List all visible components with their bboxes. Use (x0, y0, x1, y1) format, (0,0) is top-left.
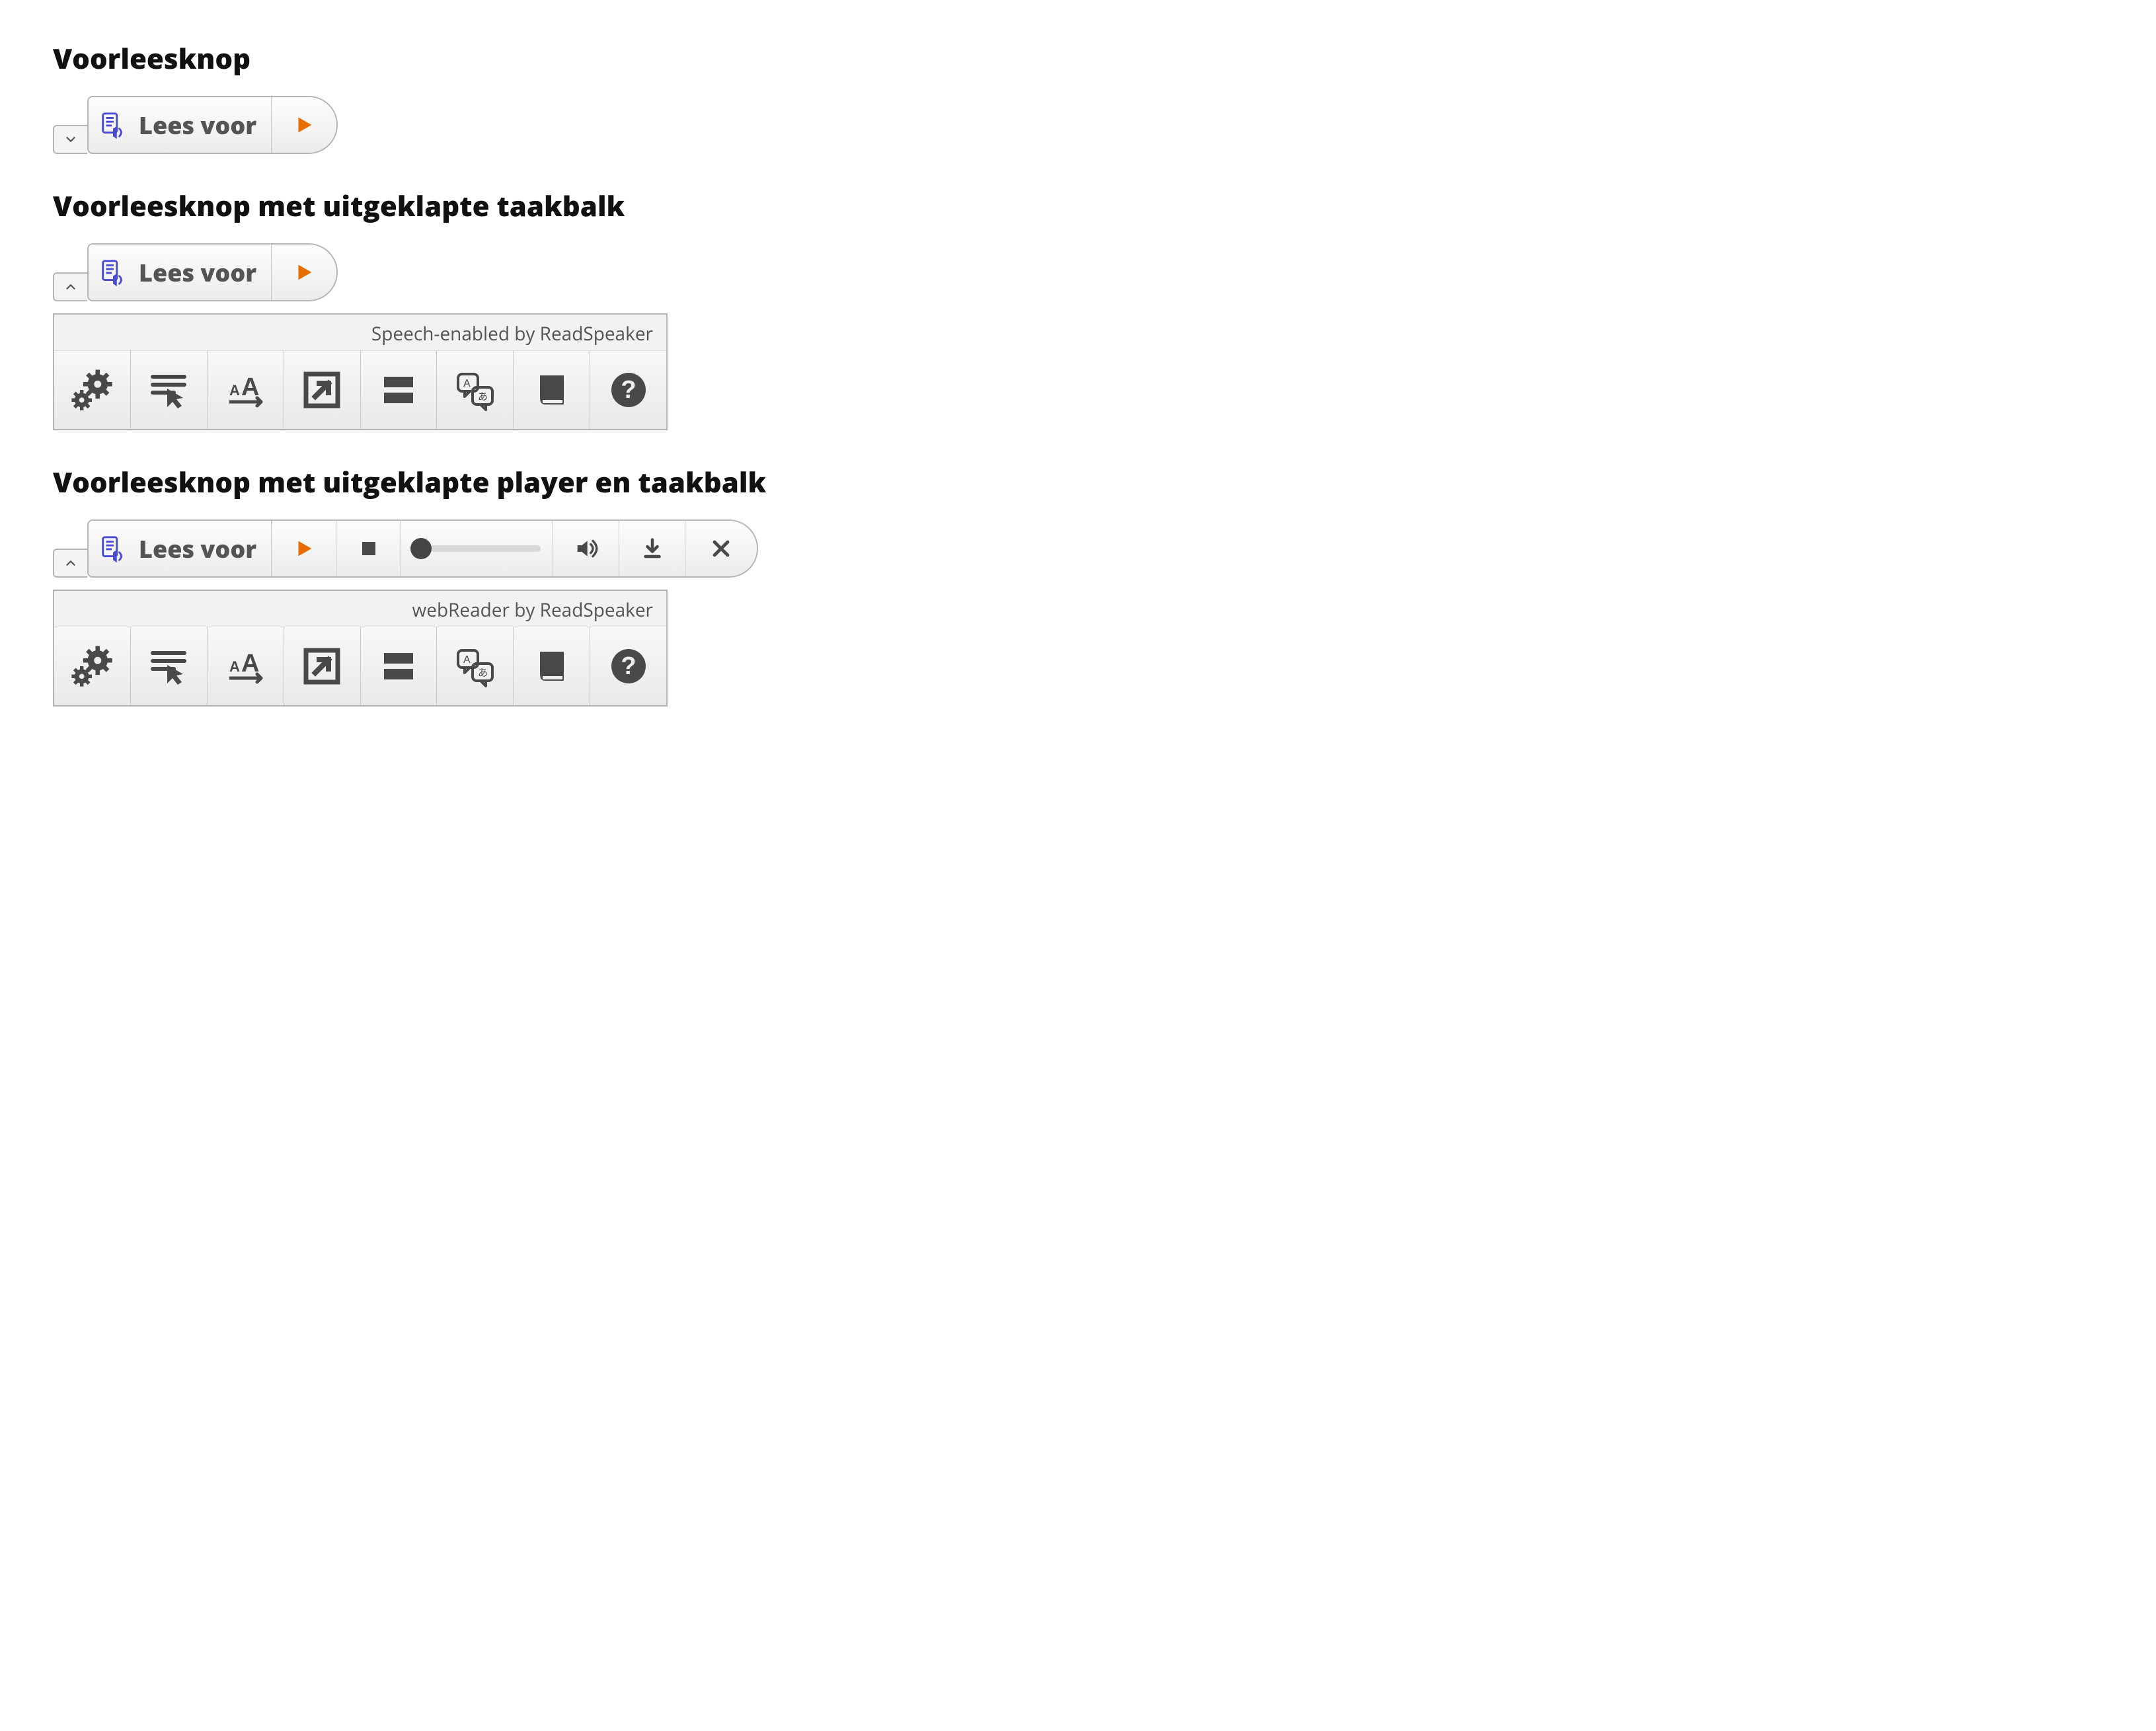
section-title-2: Voorleesknop met uitgeklapte taakbalk (53, 187, 2103, 225)
page-mask-button[interactable] (361, 627, 438, 705)
click-read-button[interactable] (131, 351, 208, 429)
close-button[interactable] (685, 521, 757, 576)
download-icon (640, 537, 664, 560)
stop-button[interactable] (336, 521, 401, 576)
page-mask-button[interactable] (361, 351, 438, 429)
chevron-down-icon (63, 132, 78, 147)
click-read-button[interactable] (131, 627, 208, 705)
read-button-label: Lees voor (139, 256, 256, 289)
book-icon (531, 369, 573, 411)
settings-button[interactable] (54, 351, 131, 429)
gear-icon (69, 367, 115, 413)
cursor-text-icon (147, 645, 190, 687)
svg-text:?: ? (621, 376, 636, 404)
page-mask-icon (377, 645, 420, 687)
readspeaker-icon (98, 257, 128, 288)
read-button-pill: Lees voor (87, 243, 338, 301)
readspeaker-icon (98, 110, 128, 140)
toolbar-row: A A (54, 351, 666, 429)
readspeaker-icon (98, 533, 128, 564)
svg-text:A: A (463, 378, 471, 389)
stop-icon (359, 539, 379, 558)
toolbar-row: A A (54, 627, 666, 705)
svg-text:あ: あ (478, 668, 488, 679)
chevron-up-icon (63, 280, 78, 294)
toolbar-caption: webReader by ReadSpeaker (54, 591, 666, 627)
toolbar-caption: Speech-enabled by ReadSpeaker (54, 315, 666, 351)
play-button[interactable] (272, 521, 336, 576)
help-button[interactable]: ? (590, 351, 666, 429)
read-button-label: Lees voor (139, 109, 256, 141)
popout-button[interactable] (284, 351, 361, 429)
volume-button[interactable] (553, 521, 619, 576)
read-button-row-expanded: Lees voor (53, 243, 2103, 301)
translate-button[interactable]: A あ (437, 627, 514, 705)
download-button[interactable] (619, 521, 685, 576)
volume-icon (573, 535, 599, 562)
popout-icon (301, 369, 343, 411)
settings-button[interactable] (54, 627, 131, 705)
text-size-icon: A A (224, 369, 266, 411)
svg-text:あ: あ (478, 391, 488, 403)
translate-icon: A あ (454, 645, 496, 687)
slider-thumb[interactable] (410, 538, 432, 559)
play-icon (293, 114, 315, 136)
svg-text:A: A (229, 658, 240, 675)
player-pill: Lees voor (87, 519, 758, 578)
svg-text:?: ? (621, 652, 636, 680)
book-icon (531, 645, 573, 687)
play-icon (293, 537, 315, 560)
read-button-main[interactable]: Lees voor (89, 521, 272, 576)
expand-toggle[interactable] (53, 125, 87, 154)
svg-text:A: A (229, 382, 240, 399)
page-mask-icon (377, 369, 420, 411)
help-icon: ? (607, 369, 650, 411)
read-button-pill: Lees voor (87, 96, 338, 154)
help-button[interactable]: ? (590, 627, 666, 705)
chevron-up-icon (63, 556, 78, 570)
play-icon (293, 261, 315, 284)
cursor-text-icon (147, 369, 190, 411)
gear-icon (69, 643, 115, 689)
svg-text:A: A (463, 654, 471, 666)
play-button[interactable] (272, 245, 336, 300)
collapse-toggle[interactable] (53, 549, 87, 578)
section-title-3: Voorleesknop met uitgeklapte player en t… (53, 463, 2103, 501)
toolbar: Speech-enabled by ReadSpeaker (53, 313, 668, 430)
read-button-label: Lees voor (139, 533, 256, 565)
text-size-icon: A A (224, 645, 266, 687)
help-icon: ? (607, 645, 650, 687)
dictionary-button[interactable] (514, 351, 590, 429)
read-button-row-player: Lees voor (53, 519, 2103, 578)
popout-button[interactable] (284, 627, 361, 705)
popout-icon (301, 645, 343, 687)
progress-slider[interactable] (401, 521, 553, 576)
section-title-1: Voorleesknop (53, 40, 2103, 77)
toolbar: webReader by ReadSpeaker (53, 590, 668, 707)
slider-track (413, 545, 541, 552)
close-icon (710, 537, 732, 560)
text-size-button[interactable]: A A (208, 627, 284, 705)
text-size-button[interactable]: A A (208, 351, 284, 429)
collapse-toggle[interactable] (53, 272, 87, 301)
play-button[interactable] (272, 97, 336, 153)
slider-track-wrap (413, 545, 541, 552)
read-button-main[interactable]: Lees voor (89, 245, 272, 300)
read-button-main[interactable]: Lees voor (89, 97, 272, 153)
translate-button[interactable]: A あ (437, 351, 514, 429)
dictionary-button[interactable] (514, 627, 590, 705)
translate-icon: A あ (454, 369, 496, 411)
read-button-row-collapsed: Lees voor (53, 96, 2103, 154)
